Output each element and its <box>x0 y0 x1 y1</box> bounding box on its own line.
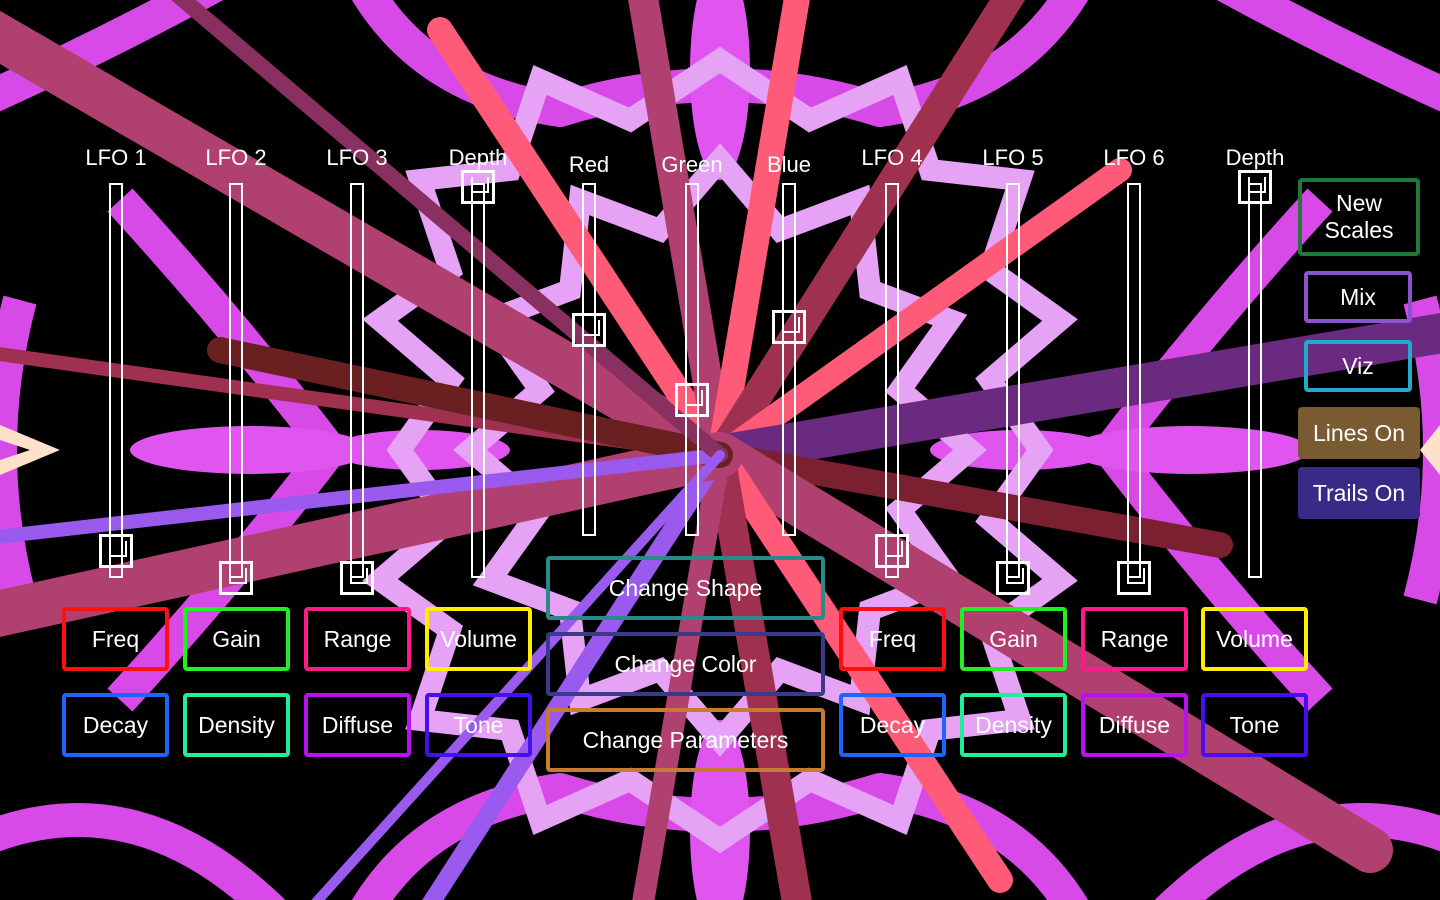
button-label: Decay <box>82 711 149 738</box>
slider-thumb[interactable] <box>772 309 806 344</box>
slider-thumb[interactable] <box>219 561 253 595</box>
left-freq-button[interactable]: Freq <box>62 607 169 671</box>
slider-track[interactable] <box>1127 183 1141 578</box>
right-diffuse-button[interactable]: Diffuse <box>1081 693 1188 757</box>
button-label: Range <box>1100 625 1169 652</box>
slider-track[interactable] <box>782 183 796 536</box>
button-label: New Scales <box>1324 190 1394 243</box>
button-label: Freq <box>868 625 917 652</box>
new-scales-button[interactable]: New Scales <box>1298 178 1420 256</box>
button-label: Tone <box>453 711 504 738</box>
right-decay-button[interactable]: Decay <box>839 693 946 757</box>
slider-label: LFO 2 <box>205 145 267 170</box>
button-label: Change Color <box>614 650 757 677</box>
slider-label: LFO 6 <box>1103 145 1165 170</box>
slider-thumb[interactable] <box>875 533 909 568</box>
right-density-button[interactable]: Density <box>960 693 1067 757</box>
slider-track[interactable] <box>471 183 485 578</box>
slider-thumb[interactable] <box>996 561 1030 595</box>
mix-button[interactable]: Mix <box>1304 271 1412 323</box>
right-gain-button[interactable]: Gain <box>960 607 1067 671</box>
button-label: Volume <box>1216 625 1293 652</box>
slider-label: LFO 4 <box>861 145 923 170</box>
button-label: Mix <box>1340 283 1376 310</box>
button-label: Freq <box>91 625 140 652</box>
slider-thumb[interactable] <box>461 170 495 204</box>
right-volume-button[interactable]: Volume <box>1201 607 1308 671</box>
slider-track[interactable] <box>582 183 596 536</box>
button-label: Trails On <box>1312 479 1406 506</box>
button-label: Gain <box>989 625 1038 652</box>
button-label: Density <box>198 711 275 738</box>
slider-track[interactable] <box>885 183 899 578</box>
button-label: Lines On <box>1312 419 1406 446</box>
slider-label: LFO 3 <box>326 145 388 170</box>
left-gain-button[interactable]: Gain <box>183 607 290 671</box>
lines-on-button[interactable]: Lines On <box>1298 407 1420 459</box>
slider-label: Depth <box>1225 145 1285 170</box>
slider-track[interactable] <box>229 183 243 578</box>
button-label: Diffuse <box>1098 711 1171 738</box>
viz-button[interactable]: Viz <box>1304 340 1412 392</box>
slider-label: Blue <box>766 152 812 177</box>
trails-on-button[interactable]: Trails On <box>1298 467 1420 519</box>
slider-thumb[interactable] <box>340 561 374 595</box>
change-parameters-button[interactable]: Change Parameters <box>546 708 825 772</box>
left-decay-button[interactable]: Decay <box>62 693 169 757</box>
change-color-button[interactable]: Change Color <box>546 632 825 696</box>
change-shape-button[interactable]: Change Shape <box>546 556 825 620</box>
left-density-button[interactable]: Density <box>183 693 290 757</box>
button-label: Change Parameters <box>582 726 789 753</box>
left-diffuse-button[interactable]: Diffuse <box>304 693 411 757</box>
slider-thumb[interactable] <box>1117 561 1151 595</box>
button-label: Diffuse <box>321 711 394 738</box>
slider-label: Red <box>568 152 610 177</box>
slider-label: Green <box>661 152 723 177</box>
button-label: Change Shape <box>608 574 763 601</box>
button-label: Decay <box>859 711 926 738</box>
right-freq-button[interactable]: Freq <box>839 607 946 671</box>
button-label: Tone <box>1229 711 1280 738</box>
left-range-button[interactable]: Range <box>304 607 411 671</box>
slider-track[interactable] <box>1006 183 1020 578</box>
button-label: Gain <box>212 625 261 652</box>
right-tone-button[interactable]: Tone <box>1201 693 1308 757</box>
button-label: Viz <box>1342 352 1374 379</box>
slider-thumb[interactable] <box>99 533 133 568</box>
button-label: Range <box>323 625 392 652</box>
slider-thumb[interactable] <box>1238 170 1272 204</box>
left-volume-button[interactable]: Volume <box>425 607 532 671</box>
button-label: Density <box>975 711 1052 738</box>
slider-thumb[interactable] <box>675 382 709 417</box>
slider-thumb[interactable] <box>572 313 606 348</box>
button-label: Volume <box>440 625 517 652</box>
slider-track[interactable] <box>685 183 699 536</box>
left-tone-button[interactable]: Tone <box>425 693 532 757</box>
slider-track[interactable] <box>1248 183 1262 578</box>
slider-label: LFO 1 <box>85 145 147 170</box>
right-range-button[interactable]: Range <box>1081 607 1188 671</box>
slider-track[interactable] <box>350 183 364 578</box>
slider-label: Depth <box>448 145 508 170</box>
slider-label: LFO 5 <box>982 145 1044 170</box>
slider-track[interactable] <box>109 183 123 578</box>
